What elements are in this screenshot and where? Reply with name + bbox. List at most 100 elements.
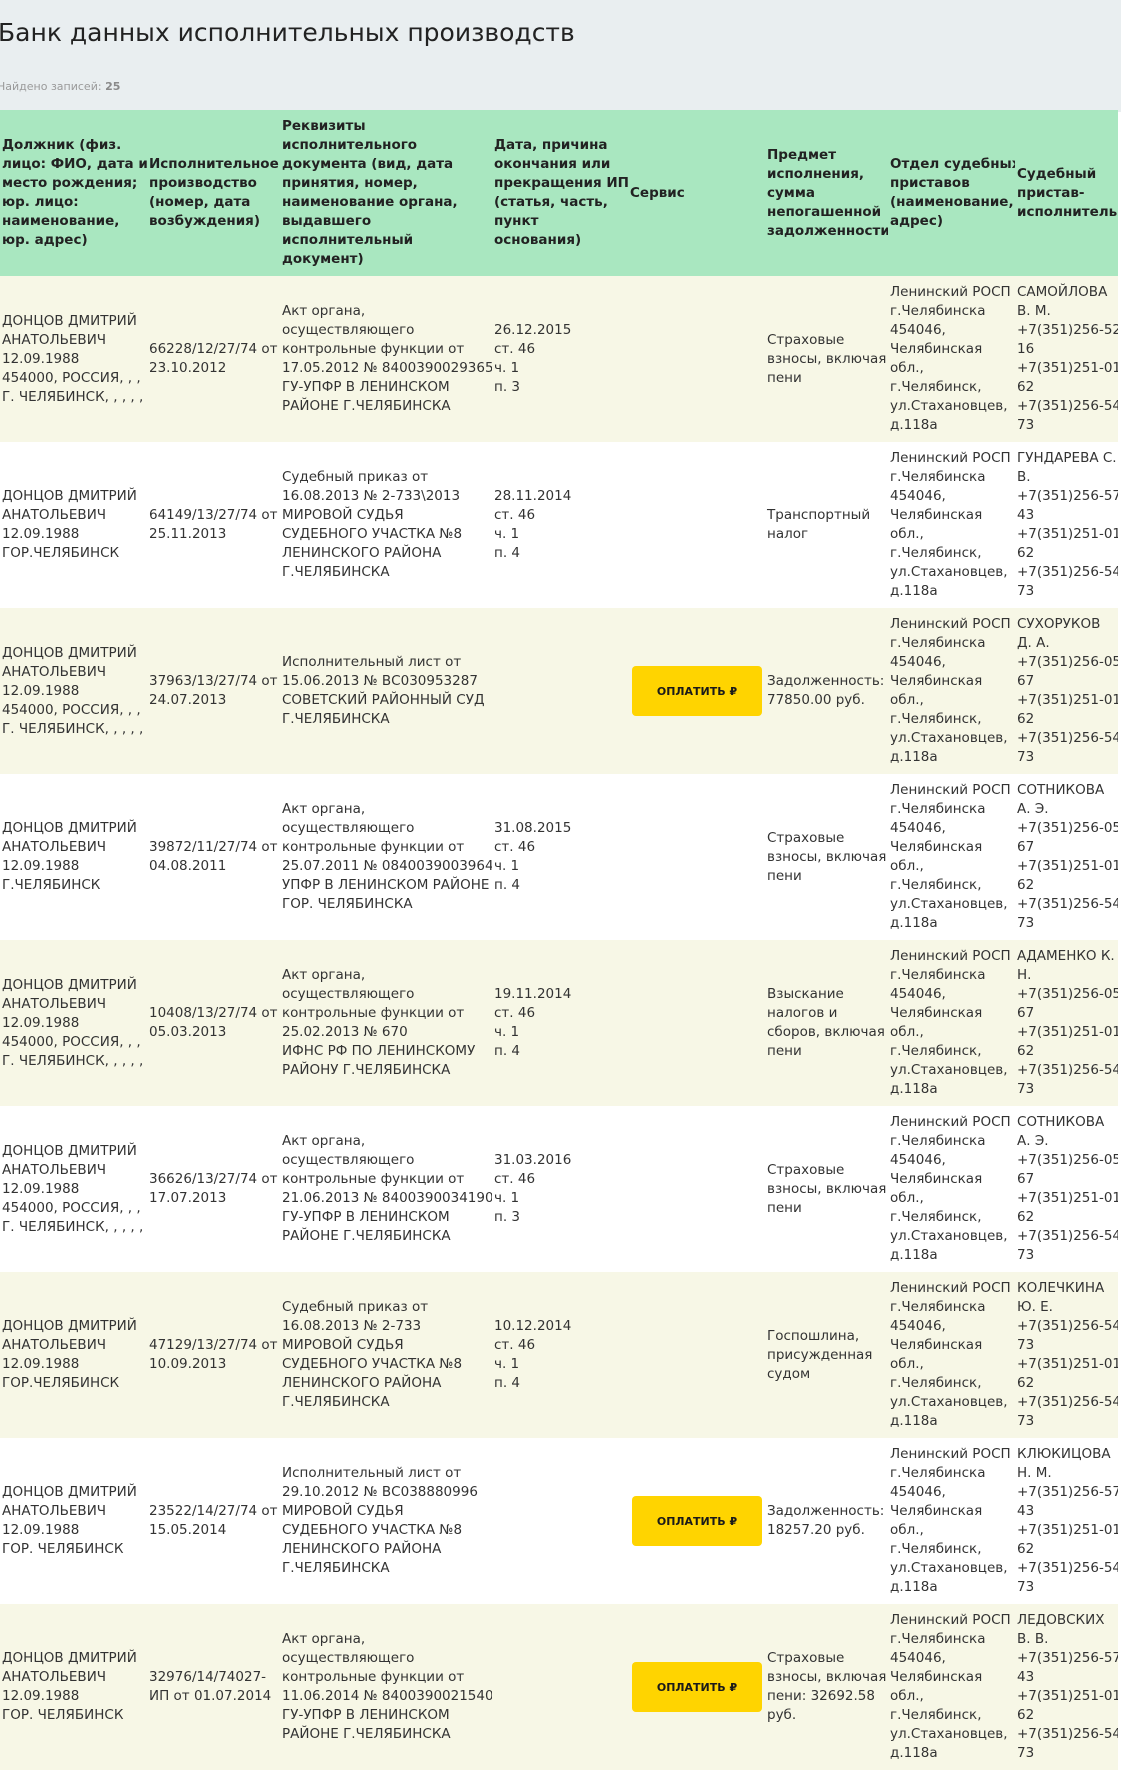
cell-proceeding: 23522/14/27/74 от 15.05.2014 [147,1438,280,1604]
department-line: Челябинская [890,1171,983,1187]
proceeding-line: 23.10.2012 [149,360,227,376]
table-row: ДОНЦОВ ДМИТРИЙ АНАТОЛЬЕВИЧ 12.09.1988 45400… [0,1106,1118,1272]
department-line: Ленинский РОСП [890,1612,1011,1628]
cell-bailiff: ЛЕДОВСКИХ В. В. +7(351)256-57- 43 +7(351)251… [1015,1604,1118,1770]
bailiff-line: 67 [1017,1171,1035,1187]
column-header-line: Должник (физ. [2,137,122,153]
department-line: обл., [890,360,924,376]
document-line: осуществляющего [282,986,415,1002]
bailiff-line: 62 [1017,1043,1035,1059]
bailiff-line: +7(351)256-54- [1017,1062,1118,1078]
column-header-line: место рождения; [2,175,138,191]
end-line: ч. 1 [494,858,520,874]
department-line: Челябинская [890,1503,983,1519]
cell-department: Ленинский РОСП г.Челябинска 454046, Челябин… [888,774,1015,940]
column-header-line: пункт [494,213,539,229]
document-line: СУДЕБНОГО УЧАСТКА №8 [282,1522,463,1538]
bailiff-line: 43 [1017,1669,1035,1685]
proceeding-line: 15.05.2014 [149,1522,227,1538]
debtor-line: АНАТОЛЬЕВИЧ [2,1503,107,1519]
cell-end: 19.11.2014 ст. 46 ч. 1 п. 4 [492,940,628,1106]
department-line: 454046, [890,1484,946,1500]
cell-end: 26.12.2015 ст. 46 ч. 1 п. 3 [492,276,628,442]
end-line: ч. 1 [494,526,520,542]
document-line: Исполнительный лист от [282,1465,462,1481]
document-line: МИРОВОЙ СУДЬЯ [282,1337,404,1353]
document-line: контрольные функции от [282,1005,465,1021]
cell-end: 10.12.2014 ст. 46 ч. 1 п. 4 [492,1272,628,1438]
department-line: обл., [890,1356,924,1372]
cell-debtor: ДОНЦОВ ДМИТРИЙ АНАТОЛЬЕВИЧ 12.09.1988 ГОР. … [0,1438,147,1604]
department-line: 454046, [890,986,946,1002]
document-line: 16.08.2013 № 2-733\2013 [282,488,461,504]
bailiff-line: +7(351)251-01- [1017,858,1118,874]
pay-button[interactable]: ОПЛАТИТЬ ₽ [632,1496,762,1546]
document-line: Судебный приказ от [282,469,429,485]
document-line: контрольные функции от [282,1669,465,1685]
department-line: ул.Стахановцев, [890,564,1008,580]
cell-debtor: ДОНЦОВ ДМИТРИЙ АНАТОЛЬЕВИЧ 12.09.1988 ГОР. … [0,1604,147,1770]
bailiff-line: +7(351)256-54- [1017,1560,1118,1576]
bailiff-line: 62 [1017,1209,1035,1225]
end-line: ч. 1 [494,1190,520,1206]
end-line: п. 3 [494,379,520,395]
pay-button[interactable]: ОПЛАТИТЬ ₽ [632,1662,762,1712]
end-line: п. 3 [494,1209,520,1225]
column-header-department: Отдел судебных приставов (наименование, адр… [888,110,1015,276]
bailiff-line: КОЛЕЧКИНА [1017,1280,1105,1296]
department-line: д.118а [890,1413,938,1429]
debtor-line: 12.09.1988 [2,1180,80,1197]
department-line: г.Челябинска [890,1465,986,1481]
document-line: ГУ-УПФР В ЛЕНИНСКОМ [282,379,450,395]
column-header-service: Сервис [628,110,765,276]
bailiff-line: 16 [1017,341,1035,357]
bailiff-line: +7(351)256-54- [1017,1228,1118,1244]
document-line: УПФР В ЛЕНИНСКОМ РАЙОНЕ [282,877,490,893]
cell-proceeding: 64149/13/27/74 от 25.11.2013 [147,442,280,608]
column-header-line: Судебный [1017,165,1097,182]
bailiff-line: +7(351)251-01- [1017,1024,1118,1040]
cell-bailiff: АДАМЕНКО К. Н. +7(351)256-05- 67 +7(351)251-… [1015,940,1118,1106]
records-found-count: 25 [105,80,121,93]
subject-line: присужденная [767,1346,873,1363]
department-line: Челябинская [890,1005,983,1021]
debtor-line: АНАТОЛЬЕВИЧ [2,663,107,680]
end-line: ст. 46 [494,1005,536,1021]
column-header-line: Предмет [767,146,837,163]
end-line: ст. 46 [494,839,536,855]
bailiff-line: В. В. [1017,1631,1049,1647]
column-header-line: адрес) [890,213,944,229]
end-line: 19.11.2014 [494,986,572,1002]
cell-end [492,608,628,774]
bailiff-line: ЛЕДОВСКИХ [1017,1612,1105,1628]
results-table-container[interactable]: Должник (физ. лицо: ФИО, дата и место рожд… [0,110,1121,1779]
bailiff-line: 73 [1017,915,1035,931]
document-line: 29.10.2012 № ВС038880996 [282,1484,478,1500]
department-line: г.Челябинск, [890,1043,982,1059]
debtor-line: ДОНЦОВ ДМИТРИЙ [2,820,137,836]
debtor-line: 12.09.1988 [2,1014,80,1031]
cell-bailiff: СОТНИКОВА А. Э. +7(351)256-05- 67 +7(351)251… [1015,774,1118,940]
bailiff-line: СОТНИКОВА [1017,1114,1105,1130]
debtor-line: 454000, РОССИЯ, , , [2,1199,141,1216]
cell-subject: Страховые взносы, включая пени: 32692.58 ру… [765,1604,888,1770]
end-line: ст. 46 [494,1171,536,1187]
cell-service [628,774,765,940]
cell-service: ОПЛАТИТЬ ₽ [628,1604,765,1770]
subject-line: 77850.00 руб. [767,692,865,708]
department-line: Ленинский РОСП [890,782,1011,798]
debtor-line: Г. ЧЕЛЯБИНСК, , , , , [2,1218,144,1235]
bailiff-line: +7(351)251-01- [1017,1522,1118,1538]
department-line: ул.Стахановцев, [890,896,1008,912]
debtor-line: ДОНЦОВ ДМИТРИЙ [2,1484,137,1500]
column-header-line: пристав- [1017,184,1085,201]
cell-department: Ленинский РОСП г.Челябинска 454046, Челябин… [888,1604,1015,1770]
subject-line: 18257.20 руб. [767,1522,865,1538]
bailiff-line: +7(351)251-01- [1017,1356,1118,1372]
column-header-line: сумма [767,184,815,201]
bailiff-line: +7(351)256-05- [1017,654,1118,670]
department-line: д.118а [890,1745,938,1761]
debtor-line: ГОР. ЧЕЛЯБИНСК [2,1541,124,1557]
pay-button[interactable]: ОПЛАТИТЬ ₽ [632,666,762,716]
department-line: 454046, [890,322,946,338]
